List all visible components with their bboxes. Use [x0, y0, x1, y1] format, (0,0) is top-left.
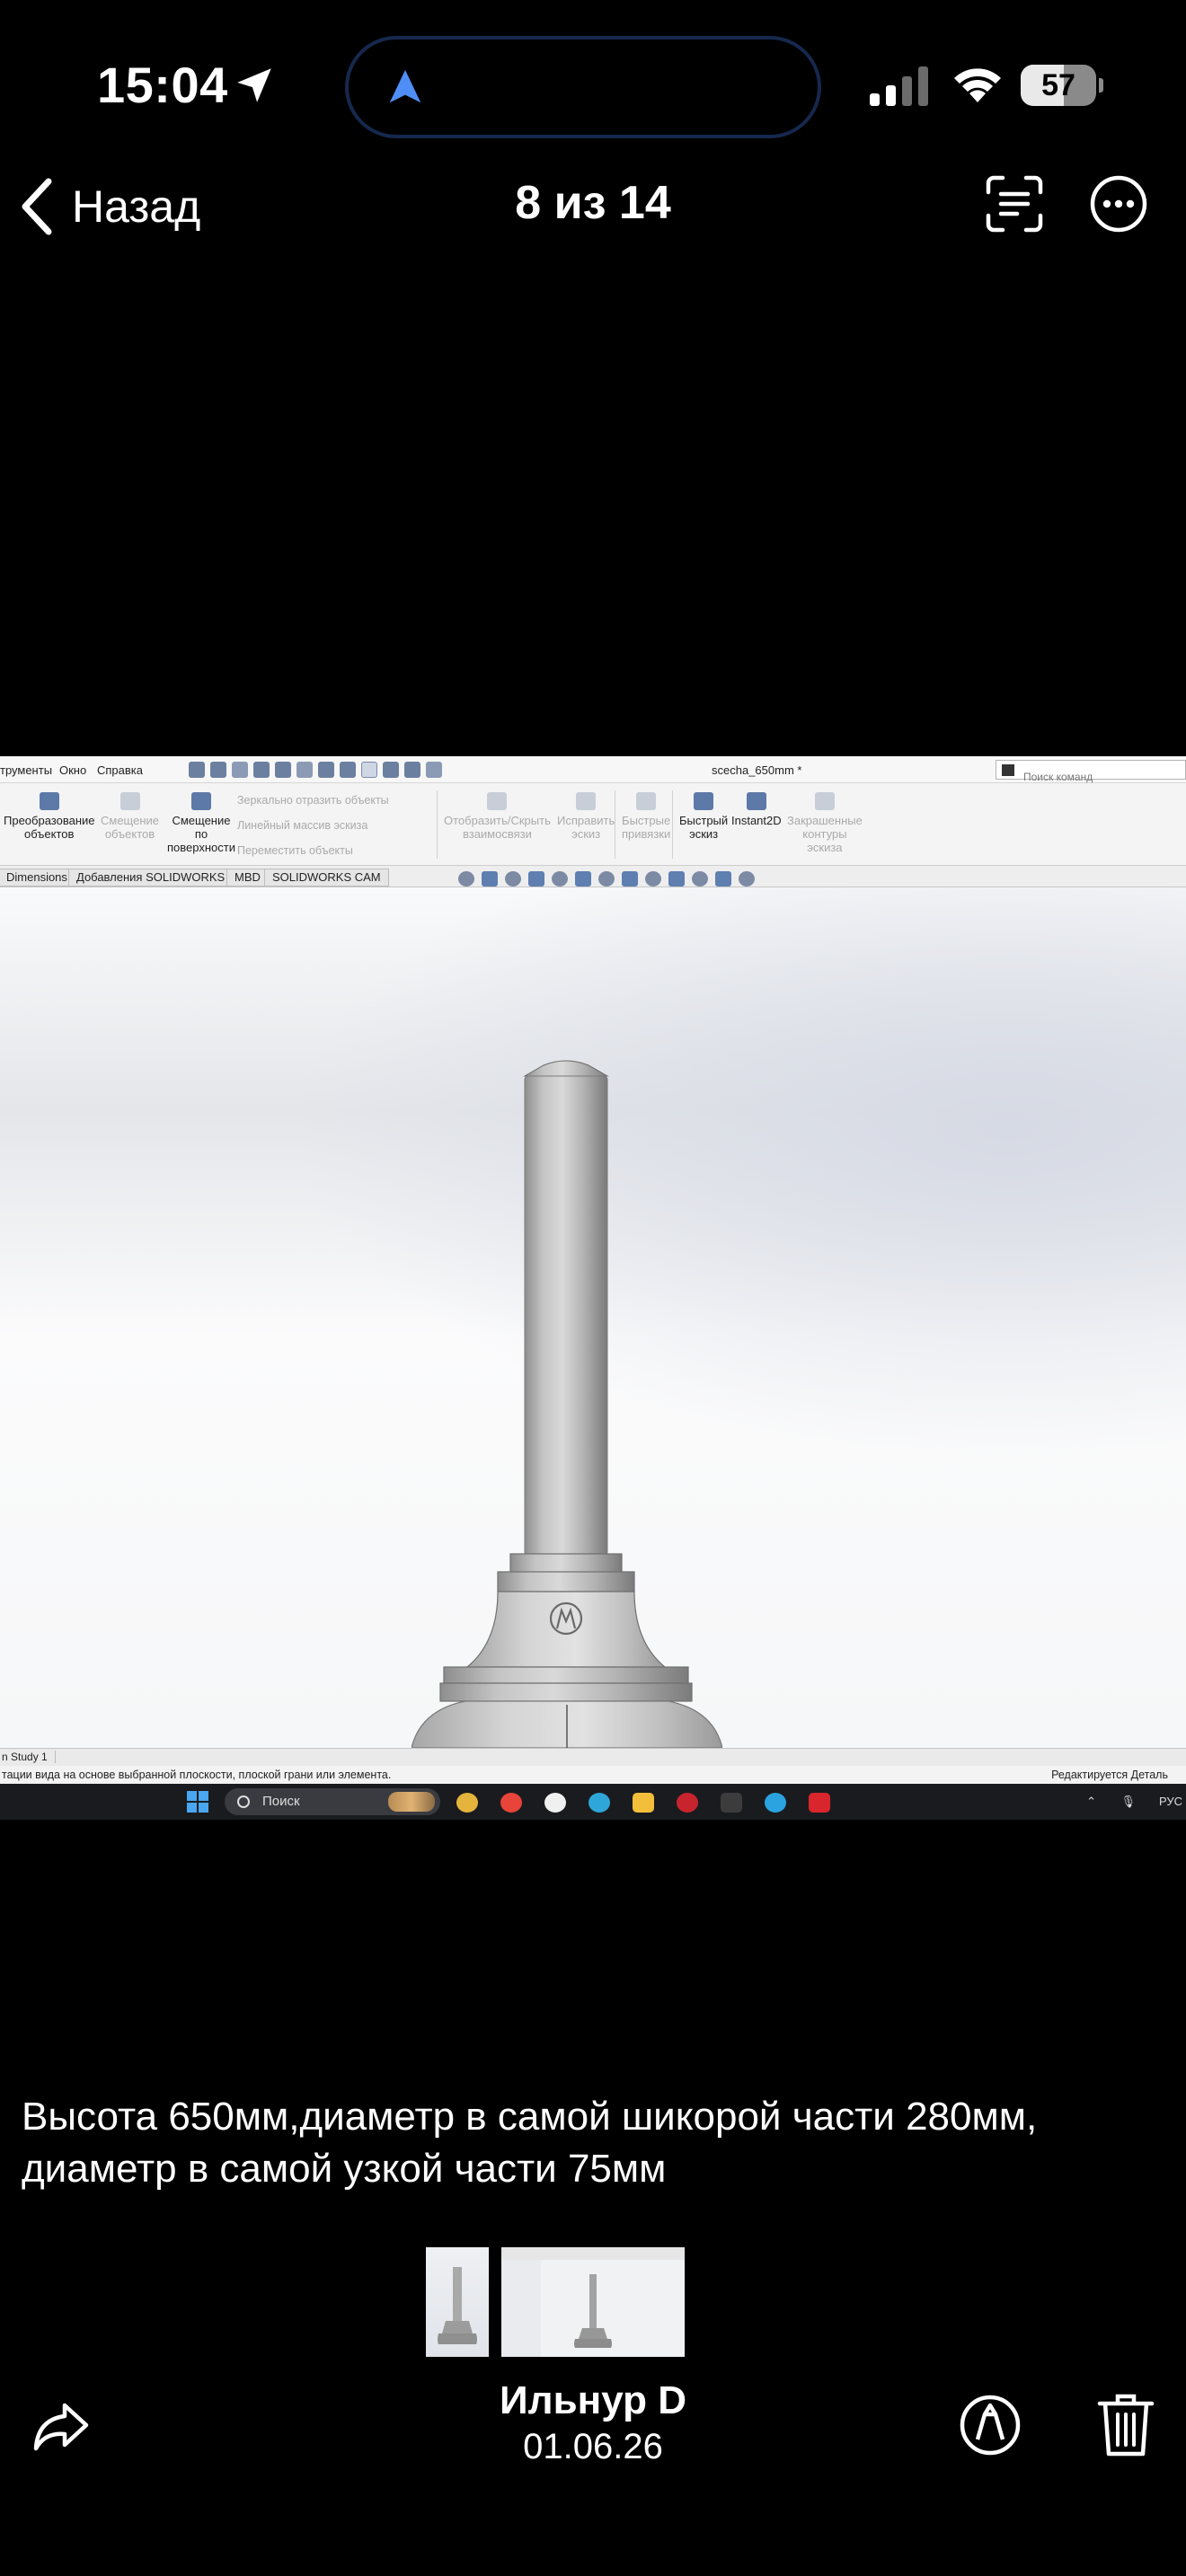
- location-arrow-icon: [237, 68, 271, 102]
- sw-tab-cam: SOLIDWORKS CAM: [264, 869, 389, 887]
- sw-tab-mbd: MBD: [226, 869, 269, 887]
- sw-heads-up-toolbar: [458, 871, 755, 887]
- photo-counter: 8 из 14: [515, 177, 671, 229]
- sw-move-objects: Переместить объекты: [237, 844, 353, 857]
- terminal-icon: [1002, 764, 1014, 776]
- thumbnail-previous[interactable]: [426, 2247, 489, 2357]
- 3d-part-model: [439, 1060, 693, 1702]
- sw-offset-surface: Смещение по поверхности: [167, 792, 235, 854]
- sw-quick-toolbar: [189, 761, 512, 779]
- wifi-icon: [954, 68, 1001, 102]
- chevron-left-icon: [22, 178, 52, 235]
- sw-offset-objects: Смещение объектов: [101, 792, 159, 841]
- sw-status-mode: Редактируется Деталь: [1051, 1769, 1168, 1781]
- sw-tab-dimensions: Dimensions: [0, 869, 75, 887]
- text-scan-icon[interactable]: [985, 174, 1044, 234]
- status-time: 15:04: [97, 57, 228, 113]
- sw-tab-addins: Добавления SOLIDWORKS: [68, 869, 234, 887]
- sw-rapid-sketch: Быстрый эскиз: [679, 792, 728, 841]
- sw-show-hide-relations: Отобразить/Скрыть взаимосвязи: [444, 792, 551, 841]
- cellular-signal-icon: [870, 66, 928, 106]
- sw-transform-objects: Преобразование объектов: [4, 792, 95, 841]
- sw-linear-pattern: Линейный массив эскиза: [237, 819, 368, 832]
- sw-study-tab-bar: n Study 1: [0, 1748, 1186, 1766]
- battery-indicator: 57: [1021, 65, 1103, 106]
- back-button[interactable]: Назад: [18, 171, 200, 243]
- sw-menu-window: Окно: [59, 763, 87, 777]
- battery-percent: 57: [1041, 68, 1075, 102]
- trash-icon[interactable]: [1096, 2391, 1155, 2459]
- taskbar-apps: [456, 1793, 830, 1813]
- sw-repair-sketch: Исправить эскиз: [557, 792, 615, 841]
- sw-menu-help: Справка: [97, 763, 143, 777]
- back-label: Назад: [72, 181, 201, 232]
- sw-status-bar: тации вида на основе выбранной плоскости…: [0, 1766, 1186, 1784]
- photo-viewer[interactable]: трументы Окно Справка scecha_650mm * Пои…: [0, 756, 1186, 1820]
- thumbnail-current[interactable]: [501, 2247, 685, 2357]
- sw-status-hint: тации вида на основе выбранной плоскости…: [2, 1769, 392, 1781]
- sw-quick-snaps: Быстрые привязки: [622, 792, 670, 841]
- markup-pen-icon[interactable]: [958, 2393, 1022, 2457]
- windows-taskbar: Поиск ⌃ 🎙 РУС: [0, 1784, 1186, 1820]
- photo-author: Ильнур D: [500, 2378, 686, 2422]
- sw-3d-viewport: [0, 887, 1186, 1762]
- taskbar-search: Поиск: [225, 1788, 440, 1815]
- search-icon: [237, 1795, 250, 1808]
- sw-menu-bar: трументы Окно Справка scecha_650mm * Пои…: [0, 756, 1186, 783]
- share-arrow-icon[interactable]: [29, 2393, 93, 2457]
- photo-caption[interactable]: Высота 650мм,диаметр в самой шикорой час…: [22, 2091, 1136, 2195]
- sw-menu-tools: трументы: [0, 763, 53, 777]
- windows-start-icon: [187, 1791, 208, 1813]
- sw-ribbon: Преобразование объектов Смещение объекто…: [0, 783, 1186, 866]
- dynamic-island[interactable]: [345, 36, 821, 138]
- sw-search-box: Поиск команд: [996, 760, 1186, 783]
- sw-study-tab: n Study 1: [0, 1751, 56, 1763]
- navigation-arrow-icon: [389, 69, 421, 103]
- sw-shaded-contours: Закрашенные контуры эскиза: [787, 792, 863, 854]
- ellipsis-circle-icon[interactable]: [1089, 174, 1148, 234]
- sw-instant2d: Instant2D: [731, 792, 782, 827]
- photo-date: 01.06.26: [523, 2427, 663, 2466]
- sw-window-title: scecha_650mm *: [712, 763, 802, 777]
- sw-mirror: Зеркально отразить объекты: [237, 794, 389, 807]
- tray-language: РУС: [1158, 1795, 1182, 1808]
